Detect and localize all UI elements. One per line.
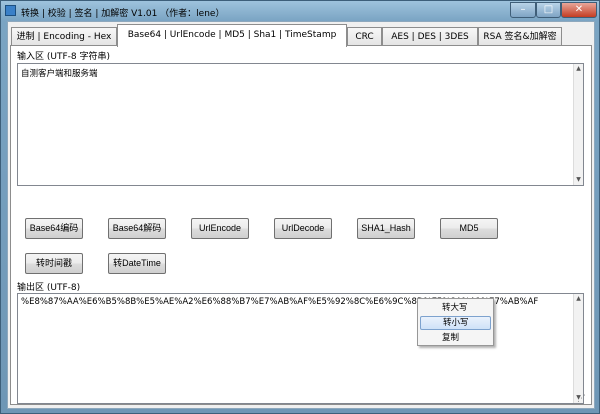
base64-decode-button[interactable]: Base64解码 <box>108 218 166 239</box>
to-timestamp-button[interactable]: 转时间戳 <box>25 253 83 274</box>
menu-item-uppercase[interactable]: 转大写 <box>420 301 491 315</box>
menu-item-copy[interactable]: 复制 <box>420 331 491 345</box>
menu-item-lowercase[interactable]: 转小写 <box>420 316 491 330</box>
close-button[interactable]: ✕ <box>561 2 597 18</box>
tab-encoding-hex[interactable]: 进制 | Encoding - Hex <box>11 27 117 46</box>
tab-strip: 进制 | Encoding - Hex Base64 | UrlEncode |… <box>8 24 594 47</box>
minimize-button[interactable]: – <box>510 2 536 18</box>
output-group-label: 输出区 (UTF-8) <box>17 283 81 293</box>
title-bar[interactable]: 转换 | 校验 | 签名 | 加解密 V1.01 （作者：lene） – □ ✕ <box>1 1 599 21</box>
scroll-down-icon[interactable]: ▼ <box>574 175 583 185</box>
output-scrollbar[interactable]: ▲ ▼ <box>573 294 583 403</box>
app-icon <box>5 5 16 16</box>
to-datetime-button[interactable]: 转DateTime <box>108 253 166 274</box>
context-menu: 转大写 转小写 复制 <box>417 298 494 346</box>
maximize-button[interactable]: □ <box>536 2 561 18</box>
sha1-hash-button[interactable]: SHA1_Hash <box>357 218 415 239</box>
tab-aes-des[interactable]: AES | DES | 3DES <box>382 27 478 46</box>
resize-grip-icon[interactable]: ⋰ <box>577 394 586 404</box>
app-window: 转换 | 校验 | 签名 | 加解密 V1.01 （作者：lene） – □ ✕… <box>0 0 600 414</box>
scroll-up-icon[interactable]: ▲ <box>574 294 583 304</box>
tab-page-base64: 输入区 (UTF-8 字符串) 自测客户端和服务端 ▲ ▼ Base64编码 B… <box>10 45 592 405</box>
input-scrollbar[interactable]: ▲ ▼ <box>573 64 583 185</box>
scroll-up-icon[interactable]: ▲ <box>574 64 583 74</box>
input-text: 自测客户端和服务端 <box>21 69 98 79</box>
input-group-label: 输入区 (UTF-8 字符串) <box>17 52 110 62</box>
tab-rsa[interactable]: RSA 签名&加解密 <box>478 27 562 46</box>
window-title: 转换 | 校验 | 签名 | 加解密 V1.01 （作者：lene） <box>21 9 225 19</box>
tab-base64[interactable]: Base64 | UrlEncode | MD5 | Sha1 | TimeSt… <box>117 24 347 47</box>
output-textarea[interactable]: %E8%87%AA%E6%B5%8B%E5%AE%A2%E6%88%B7%E7%… <box>17 293 584 404</box>
base64-encode-button[interactable]: Base64编码 <box>25 218 83 239</box>
client-area: 进制 | Encoding - Hex Base64 | UrlEncode |… <box>7 21 595 409</box>
urlencode-button[interactable]: UrlEncode <box>191 218 249 239</box>
input-textarea[interactable]: 自测客户端和服务端 ▲ ▼ <box>17 63 584 186</box>
tab-crc[interactable]: CRC <box>347 27 382 46</box>
md5-button[interactable]: MD5 <box>440 218 498 239</box>
urldecode-button[interactable]: UrlDecode <box>274 218 332 239</box>
